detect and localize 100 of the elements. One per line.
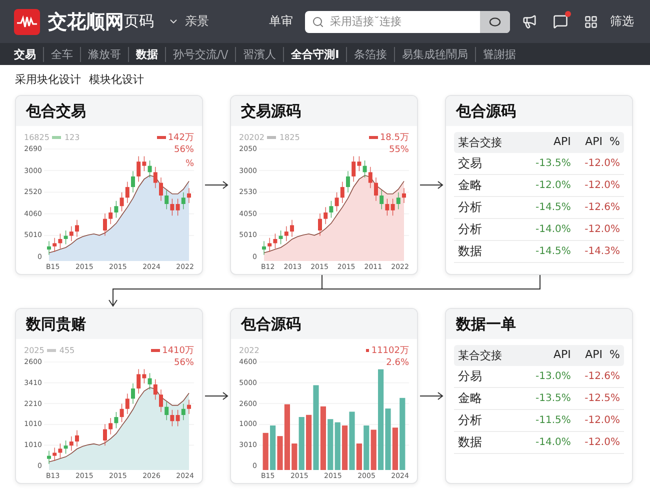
table-cell-text: -12.0% (534, 179, 571, 193)
nav-item[interactable]: 孙号交流/\/ (165, 46, 236, 62)
legend-total: 11102万 (366, 344, 409, 357)
table-cell-text: -12.0% (584, 436, 620, 450)
legend-total: 1410万 (151, 344, 194, 357)
legend-series: 455 (59, 346, 75, 355)
card-title: 包合源码 (456, 102, 516, 120)
candle (159, 389, 163, 412)
grid-icon (584, 14, 598, 28)
table-cell-text: -14.3% (584, 245, 620, 259)
table-cell-text: -14.5% (534, 245, 571, 259)
column-header: 某合交接 (458, 348, 503, 363)
card-title: 包合源码 (241, 314, 301, 334)
legend-total: 142万 (156, 131, 194, 144)
breadcrumb: 采用块化设计 (15, 72, 81, 87)
table-cell-text: -12.5% (584, 392, 620, 406)
table-cell-text: 分析 (458, 222, 483, 237)
candle (103, 213, 107, 236)
candle (47, 450, 51, 464)
column-header: 某合交接 (458, 135, 503, 150)
breadcrumb: 模块化设计 (89, 72, 144, 87)
candle (318, 213, 322, 236)
bar (262, 432, 268, 470)
search-field[interactable]: 采用适接˘连接 (305, 10, 510, 32)
nav-item[interactable]: 習濱人 (235, 46, 284, 62)
candle (402, 188, 406, 204)
nav-item[interactable]: 滌放哥 (80, 46, 128, 62)
table-cell-text: -12.6% (584, 370, 620, 384)
nav-item[interactable]: 全合守測I (283, 46, 346, 62)
legend-label: 2022 (239, 346, 260, 355)
candle (262, 240, 266, 256)
table-cell-text: -12.0% (584, 179, 620, 193)
change-note: % (185, 159, 194, 169)
brand-name: 交花顺网 (48, 10, 124, 34)
table-cell-text: 金略 (458, 391, 483, 406)
table-cell-text: -14.5% (534, 201, 571, 215)
card-title: 数同贵赌 (26, 314, 86, 334)
table-cell-text: 分易 (458, 369, 483, 384)
column-header: API % (584, 135, 620, 150)
table-cell-text: -13.5% (534, 392, 571, 406)
table-cell-text: 分析 (458, 200, 483, 215)
card-title: 交易源码 (241, 102, 301, 120)
table-cell-text: -12.6% (584, 201, 620, 215)
candle (159, 177, 163, 202)
legend-series: 1825 (279, 133, 300, 142)
brand-suffix: 页码 (124, 12, 154, 31)
table-cell-text: 数据 (458, 435, 483, 450)
nav-item[interactable]: 条箔接 (346, 46, 394, 62)
candle (131, 383, 135, 404)
candle (374, 177, 378, 202)
nav-item[interactable]: 易集成毪鬧局 (394, 46, 476, 62)
candle (75, 220, 79, 238)
nav-item[interactable]: 全车 (43, 46, 80, 62)
logo-icon (14, 8, 40, 34)
table-cell-text: -14.0% (534, 223, 571, 237)
arrow-icon (203, 391, 230, 401)
legend-label: 20202 (239, 133, 264, 142)
table-cell-text: 金略 (458, 178, 483, 193)
nav-item[interactable]: 聳謝据 (475, 46, 524, 62)
nav-item[interactable]: 数据 (128, 46, 165, 62)
table-cell-text: -13.0% (534, 370, 571, 384)
change-note: 55% (388, 145, 409, 155)
legend-label: 16825 (24, 133, 50, 142)
legend-series: 123 (64, 133, 80, 142)
search-button[interactable] (480, 10, 510, 32)
chat-bubble-icon (489, 16, 501, 26)
megaphone-icon (522, 14, 537, 29)
column-header: API % (584, 348, 620, 363)
table-cell-text: 数据 (458, 244, 483, 259)
arrow-icon (203, 180, 230, 190)
candle (131, 170, 135, 193)
candle (47, 240, 51, 256)
nav-item[interactable]: 交易 (14, 46, 43, 62)
column-header: API (552, 135, 571, 150)
change-note: 56% (174, 145, 194, 155)
filter-link[interactable]: 筛选 (610, 13, 634, 30)
table-cell-text: -11.5% (534, 414, 571, 428)
candle (290, 220, 294, 238)
column-header: API (552, 348, 571, 363)
change-note: 2.6% (386, 358, 409, 368)
table-cell-text: -12.0% (584, 157, 620, 171)
table-cell-text: -13.5% (534, 157, 571, 171)
arrow-icon (418, 391, 445, 401)
table-cell-text: 交易 (458, 156, 483, 171)
legend-label: 2025 (24, 346, 44, 355)
message-icon (553, 14, 568, 29)
candle (75, 430, 79, 447)
search-icon (312, 16, 324, 28)
table-cell-text: 分析 (458, 413, 483, 428)
header-link[interactable]: 单审 (269, 13, 293, 30)
candle (103, 424, 107, 446)
table-cell-text: -14.0% (534, 436, 571, 450)
candle (346, 170, 350, 193)
change-note: 56% (174, 358, 194, 368)
arrow-icon (418, 180, 445, 190)
table-cell-text: -12.0% (584, 414, 620, 428)
legend-total: 18.5万 (368, 131, 409, 144)
card-title: 数据一单 (456, 314, 516, 334)
menu-dropdown[interactable]: 亲景 (168, 13, 209, 30)
candle (187, 188, 191, 204)
